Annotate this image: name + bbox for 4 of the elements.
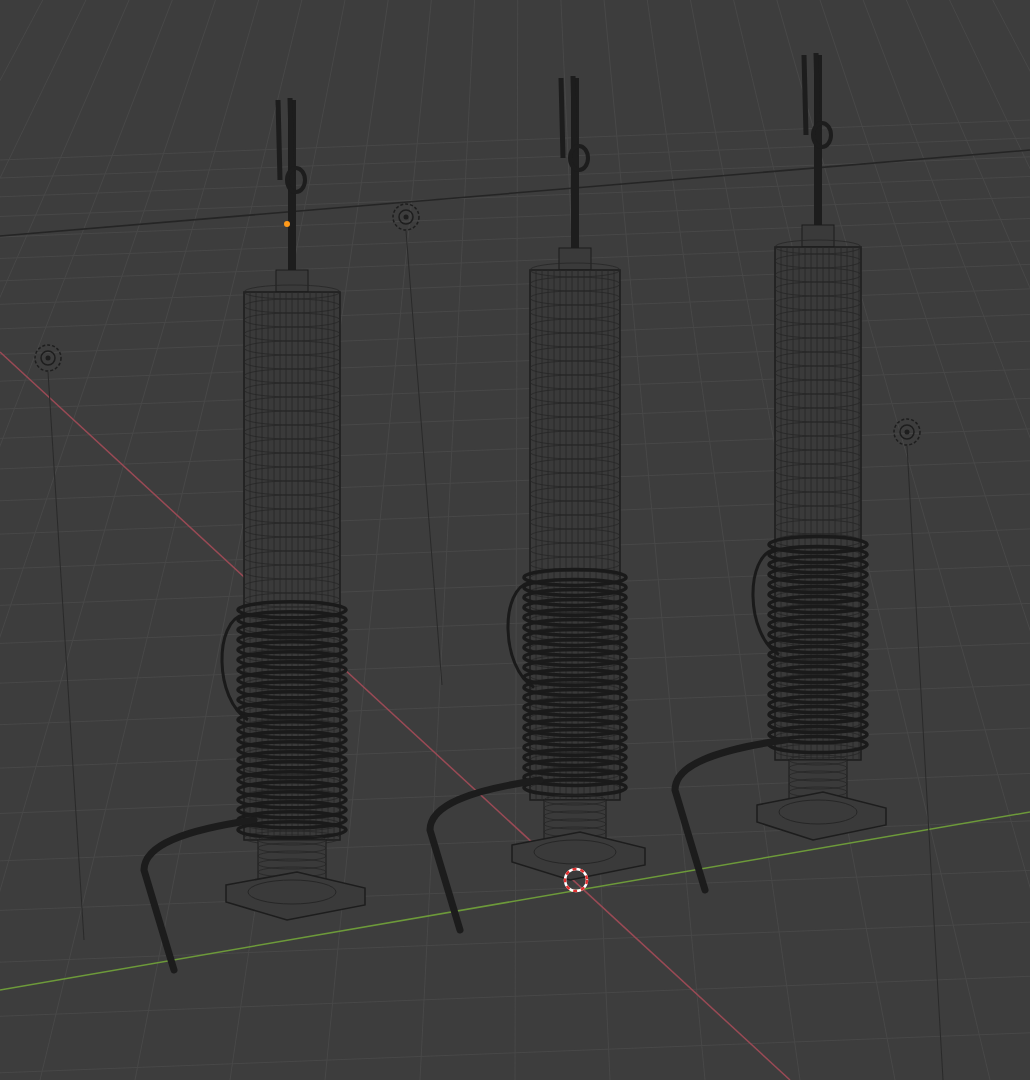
light-icon xyxy=(34,344,62,372)
3d-cursor-icon xyxy=(563,867,589,893)
light-icon xyxy=(392,203,420,231)
light-icon xyxy=(893,418,921,446)
